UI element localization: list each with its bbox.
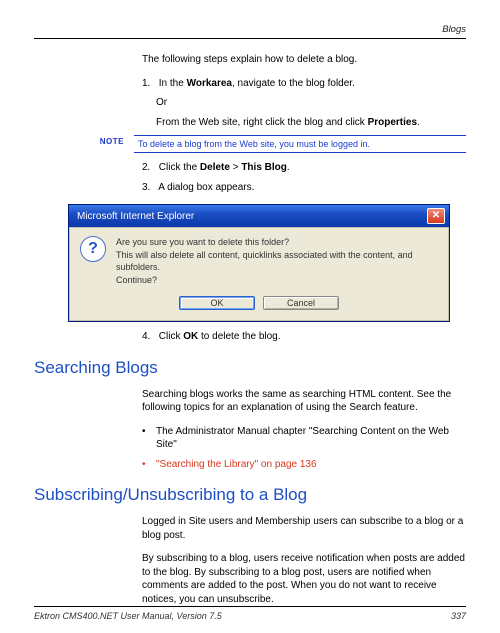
step-1-alt: From the Web site, right click the blog … [156, 116, 466, 130]
step-1: 1. In the Workarea, navigate to the blog… [142, 77, 466, 91]
subscribe-paragraph-2: By subscribing to a blog, users receive … [142, 552, 466, 606]
step-2-delete: Delete [200, 162, 230, 173]
step-1-or: Or [156, 96, 466, 110]
step-1-alt-a: From the Web site, right click the blog … [156, 117, 368, 128]
dialog-text: Are you sure you want to delete this fol… [116, 236, 438, 286]
dialog-line-1: Are you sure you want to delete this fol… [116, 236, 438, 249]
step-1-alt-b: . [417, 117, 420, 128]
page-number: 337 [451, 611, 466, 621]
step-4-text-a: Click [159, 331, 183, 342]
dialog-close-button[interactable]: ✕ [427, 208, 445, 224]
dialog-title: Microsoft Internet Explorer [77, 211, 194, 222]
step-1-workarea: Workarea [187, 78, 232, 89]
heading-searching-blogs: Searching Blogs [34, 358, 466, 378]
step-4: 4. Click OK to delete the blog. [142, 330, 466, 344]
note-label-text: NOTE [100, 137, 124, 146]
step-2-thisblog: This Blog [241, 162, 287, 173]
intro-text: The following steps explain how to delet… [142, 53, 466, 67]
note-text: To delete a blog from the Web site, you … [134, 135, 466, 153]
step-3: 3. A dialog box appears. [142, 181, 466, 195]
step-4-text-b: to delete the blog. [198, 331, 280, 342]
close-icon: ✕ [432, 211, 440, 221]
dialog-body: ? Are you sure you want to delete this f… [69, 227, 449, 321]
page-header-section: Blogs [34, 24, 466, 35]
step-2-text-b: . [287, 162, 290, 173]
step-1-number: 1. [142, 77, 156, 91]
confirm-dialog: Microsoft Internet Explorer ✕ ? Are you … [68, 204, 450, 322]
step-1-text-a: In the [159, 78, 187, 89]
step-2: 2. Click the Delete > This Blog. [142, 161, 466, 175]
search-paragraph: Searching blogs works the same as search… [142, 388, 466, 415]
step-1-properties: Properties [368, 117, 417, 128]
search-bullet-1: The Administrator Manual chapter "Search… [142, 425, 466, 452]
step-3-number: 3. [142, 181, 156, 195]
search-bullet-2-link[interactable]: "Searching the Library" on page 136 [142, 458, 466, 472]
dialog-line-3: Continue? [116, 274, 438, 287]
note-block: NOTE To delete a blog from the Web site,… [34, 135, 466, 153]
dialog-button-row: OK Cancel [80, 296, 438, 310]
step-2-gt: > [230, 162, 241, 173]
dialog-content: ? Are you sure you want to delete this f… [80, 236, 438, 286]
note-label: NOTE [34, 135, 134, 146]
heading-subscribing: Subscribing/Unsubscribing to a Blog [34, 485, 466, 505]
dialog-line-2: This will also delete all content, quick… [116, 249, 438, 274]
header-divider [34, 38, 466, 39]
footer-divider [34, 606, 466, 607]
footer-product: Ektron CMS400.NET User Manual, Version 7… [34, 611, 222, 621]
step-2-text-a: Click the [159, 162, 200, 173]
ok-button[interactable]: OK [179, 296, 255, 310]
subscribe-paragraph-1: Logged in Site users and Membership user… [142, 515, 466, 542]
question-icon: ? [80, 236, 106, 262]
step-4-ok: OK [183, 331, 198, 342]
dialog-titlebar: Microsoft Internet Explorer ✕ [69, 205, 449, 227]
step-3-text: A dialog box appears. [158, 182, 254, 193]
step-1-text-b: , navigate to the blog folder. [232, 78, 355, 89]
page-footer: Ektron CMS400.NET User Manual, Version 7… [34, 606, 466, 621]
step-4-number: 4. [142, 330, 156, 344]
step-2-number: 2. [142, 161, 156, 175]
cancel-button[interactable]: Cancel [263, 296, 339, 310]
